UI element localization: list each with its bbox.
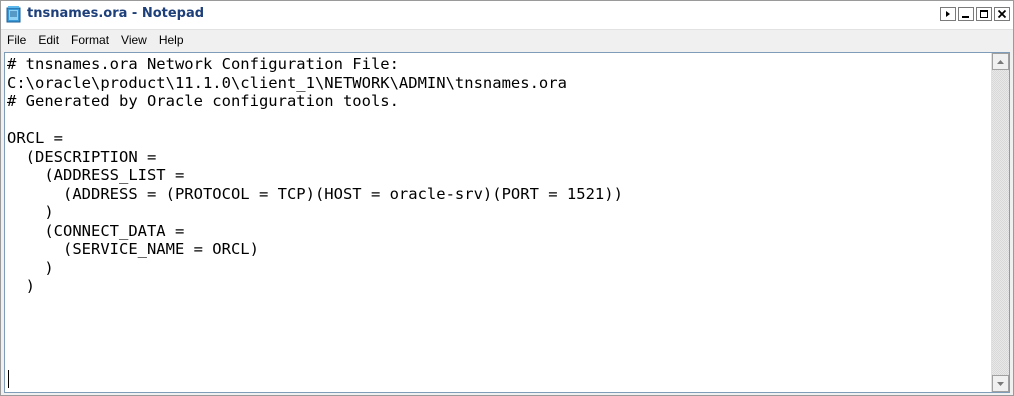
editor-line: ) <box>7 277 35 295</box>
maximize-button[interactable] <box>976 7 992 21</box>
editor-line: (ADDRESS = (PROTOCOL = TCP)(HOST = oracl… <box>7 184 623 203</box>
editor-line: # tnsnames.ora Network Configuration Fil… <box>7 55 399 73</box>
editor-line: (DESCRIPTION = <box>7 147 157 166</box>
text-editor[interactable]: # tnsnames.ora Network Configuration Fil… <box>4 52 1010 393</box>
editor-line: (ADDRESS_LIST = <box>7 166 185 184</box>
menu-file[interactable]: File <box>1 30 32 50</box>
editor-line: ) <box>7 203 54 221</box>
editor-line: (CONNECT_DATA = <box>7 221 185 240</box>
close-button[interactable] <box>994 7 1010 21</box>
window-controls <box>938 7 1010 23</box>
window-title: tnsnames.ora - Notepad <box>27 6 205 21</box>
menu-help[interactable]: Help <box>153 30 190 50</box>
vertical-scrollbar[interactable] <box>991 53 1009 392</box>
menu-edit[interactable]: Edit <box>32 30 65 50</box>
scroll-up-button[interactable] <box>992 53 1009 70</box>
scroll-up-arrow-icon <box>997 59 1004 64</box>
notepad-icon[interactable] <box>6 6 22 23</box>
title-bar[interactable]: tnsnames.ora - Notepad <box>1 1 1013 30</box>
menu-format[interactable]: Format <box>65 30 115 50</box>
text-caret <box>8 370 9 388</box>
minimize-button[interactable] <box>958 7 974 21</box>
editor-text-area[interactable]: # tnsnames.ora Network Configuration Fil… <box>5 53 991 392</box>
editor-line: C:\oracle\product\11.1.0\client_1\NETWOR… <box>7 73 567 92</box>
minimize-icon <box>962 16 969 18</box>
close-icon <box>997 9 1007 19</box>
editor-line: (SERVICE_NAME = ORCL) <box>7 240 259 258</box>
menu-bar: File Edit Format View Help <box>1 30 1013 50</box>
editor-line: ) <box>7 258 54 277</box>
maximize-icon <box>980 10 988 18</box>
notepad-window: tnsnames.ora - Notepad File Edit Format … <box>0 0 1014 396</box>
restore-arrow-button[interactable] <box>940 7 956 21</box>
editor-line: ORCL = <box>7 129 63 147</box>
editor-line: # Generated by Oracle configuration tool… <box>7 92 399 110</box>
scroll-down-button[interactable] <box>992 375 1009 392</box>
small-right-arrow-icon <box>946 11 950 17</box>
scroll-down-arrow-icon <box>997 381 1004 386</box>
menu-view[interactable]: View <box>115 30 153 50</box>
